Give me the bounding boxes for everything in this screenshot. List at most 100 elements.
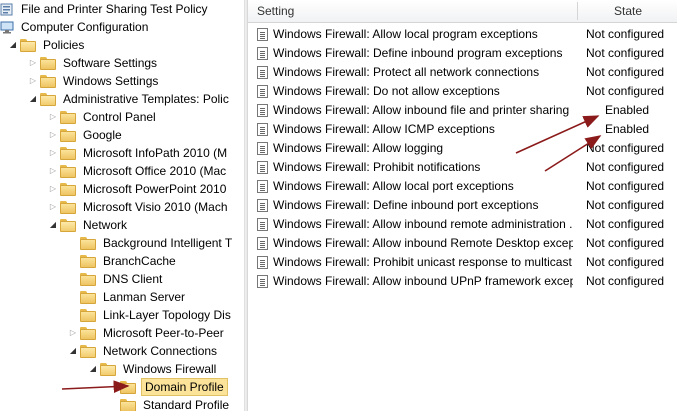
collapsed-arrow-icon[interactable]: ▷ bbox=[28, 72, 38, 90]
column-header-setting[interactable]: Setting bbox=[257, 0, 294, 22]
folder-icon bbox=[120, 380, 136, 394]
table-row[interactable]: Windows Firewall: Allow inbound file and… bbox=[248, 101, 677, 120]
policy-setting-icon bbox=[257, 199, 268, 212]
setting-state: Not configured bbox=[586, 274, 665, 288]
tree-node[interactable]: ◢ Network Connections bbox=[68, 342, 219, 360]
tree-node[interactable]: ▷ Control Panel bbox=[48, 108, 158, 126]
table-row[interactable]: Windows Firewall: Define inbound program… bbox=[248, 44, 677, 63]
collapsed-arrow-icon[interactable]: ▷ bbox=[48, 126, 58, 144]
tree-node[interactable]: Lanman Server bbox=[68, 288, 187, 306]
setting-state: Not configured bbox=[586, 236, 665, 250]
setting-state: Not configured bbox=[586, 65, 665, 79]
folder-icon bbox=[80, 290, 96, 304]
column-divider[interactable] bbox=[577, 2, 578, 20]
list-header: Setting State bbox=[248, 0, 677, 23]
setting-name: Windows Firewall: Allow local program ex… bbox=[273, 27, 538, 41]
setting-name: Windows Firewall: Prohibit notifications bbox=[273, 160, 481, 174]
setting-state: Not configured bbox=[586, 141, 665, 155]
expanded-arrow-icon[interactable]: ◢ bbox=[48, 216, 58, 234]
collapsed-arrow-icon[interactable]: ▷ bbox=[48, 144, 58, 162]
tree-node[interactable]: ◢ Policies bbox=[8, 36, 86, 54]
table-row[interactable]: Windows Firewall: Allow ICMP exceptions E… bbox=[248, 120, 677, 139]
table-row[interactable]: Windows Firewall: Protect all network co… bbox=[248, 63, 677, 82]
tree-node[interactable]: Standard Profile bbox=[108, 396, 231, 411]
setting-state: Enabled bbox=[605, 103, 650, 117]
tree-node-label: Microsoft Visio 2010 (Mach bbox=[83, 200, 228, 214]
setting-state: Not configured bbox=[586, 198, 665, 212]
expanded-arrow-icon[interactable]: ◢ bbox=[68, 342, 78, 360]
collapsed-arrow-icon[interactable]: ▷ bbox=[68, 324, 78, 342]
setting-name: Windows Firewall: Define inbound program… bbox=[273, 46, 563, 60]
tree-node-label: Network Connections bbox=[103, 344, 218, 358]
navigation-tree: File and Printer Sharing Test Policy Comp… bbox=[0, 0, 244, 411]
tree-node[interactable]: ▷ Windows Settings bbox=[28, 72, 160, 90]
tree-node[interactable]: ▷ Microsoft Office 2010 (Mac bbox=[48, 162, 228, 180]
setting-state: Not configured bbox=[586, 84, 665, 98]
setting-state: Not configured bbox=[586, 179, 665, 193]
setting-name: Windows Firewall: Do not allow exception… bbox=[273, 84, 500, 98]
tree-node[interactable]: BranchCache bbox=[68, 252, 178, 270]
tree-node[interactable]: ▷ Google bbox=[48, 126, 124, 144]
folder-icon bbox=[80, 254, 96, 268]
tree-node[interactable]: File and Printer Sharing Test Policy bbox=[0, 0, 210, 18]
tree-node[interactable]: Computer Configuration bbox=[0, 18, 150, 36]
policy-setting-icon bbox=[257, 256, 268, 269]
setting-state: Not configured bbox=[586, 46, 665, 60]
collapsed-arrow-icon[interactable]: ▷ bbox=[28, 54, 38, 72]
setting-state: Not configured bbox=[586, 255, 665, 269]
tree-node-label: Policies bbox=[43, 38, 85, 52]
folder-icon bbox=[100, 362, 116, 376]
policy-setting-icon bbox=[257, 218, 268, 231]
table-row[interactable]: Windows Firewall: Allow inbound UPnP fra… bbox=[248, 272, 677, 291]
setting-name: Windows Firewall: Allow ICMP exceptions bbox=[273, 122, 495, 136]
tree-node[interactable]: ▷ Software Settings bbox=[28, 54, 159, 72]
collapsed-arrow-icon[interactable]: ▷ bbox=[48, 108, 58, 126]
table-row[interactable]: Windows Firewall: Allow local port excep… bbox=[248, 177, 677, 196]
tree-node[interactable]: DNS Client bbox=[68, 270, 164, 288]
table-row[interactable]: Windows Firewall: Do not allow exception… bbox=[248, 82, 677, 101]
collapsed-arrow-icon[interactable]: ▷ bbox=[48, 198, 58, 216]
column-header-state[interactable]: State bbox=[614, 0, 642, 22]
tree-node[interactable]: Domain Profile bbox=[108, 378, 228, 396]
table-row[interactable]: Windows Firewall: Allow logging Not confi… bbox=[248, 139, 677, 158]
table-row[interactable]: Windows Firewall: Allow inbound remote a… bbox=[248, 215, 677, 234]
collapsed-arrow-icon[interactable]: ▷ bbox=[48, 180, 58, 198]
tree-node[interactable]: ▷ Microsoft Visio 2010 (Mach bbox=[48, 198, 230, 216]
tree-node[interactable]: ◢ Network bbox=[48, 216, 129, 234]
table-row[interactable]: Windows Firewall: Prohibit notifications… bbox=[248, 158, 677, 177]
policy-setting-icon bbox=[257, 28, 268, 41]
policy-setting-icon bbox=[257, 47, 268, 60]
table-row[interactable]: Windows Firewall: Define inbound port ex… bbox=[248, 196, 677, 215]
policy-setting-icon bbox=[257, 161, 268, 174]
tree-node-label: Domain Profile bbox=[141, 378, 228, 396]
tree-node-label: Microsoft Peer-to-Peer bbox=[103, 326, 224, 340]
tree-node[interactable]: Background Intelligent T bbox=[68, 234, 234, 252]
tree-node-label: Windows Settings bbox=[63, 74, 159, 88]
policy-setting-icon bbox=[257, 104, 268, 117]
setting-name: Windows Firewall: Allow inbound Remote D… bbox=[273, 236, 573, 250]
table-row[interactable]: Windows Firewall: Prohibit unicast respo… bbox=[248, 253, 677, 272]
collapsed-arrow-icon[interactable]: ▷ bbox=[48, 162, 58, 180]
computer-icon bbox=[0, 21, 14, 34]
expanded-arrow-icon[interactable]: ◢ bbox=[88, 360, 98, 378]
tree-node[interactable]: ◢ Windows Firewall bbox=[88, 360, 218, 378]
table-row[interactable]: Windows Firewall: Allow inbound Remote D… bbox=[248, 234, 677, 253]
folder-icon bbox=[60, 164, 76, 178]
setting-name: Windows Firewall: Protect all network co… bbox=[273, 65, 540, 79]
expanded-arrow-icon[interactable]: ◢ bbox=[28, 90, 38, 108]
tree-node-label: Software Settings bbox=[63, 56, 158, 70]
tree-node-label: Lanman Server bbox=[103, 290, 186, 304]
tree-node[interactable]: ▷ Microsoft InfoPath 2010 (M bbox=[48, 144, 229, 162]
expanded-arrow-icon[interactable]: ◢ bbox=[8, 36, 18, 54]
tree-node[interactable]: ▷ Microsoft Peer-to-Peer bbox=[68, 324, 226, 342]
policy-setting-icon bbox=[257, 275, 268, 288]
tree-node[interactable]: Link-Layer Topology Dis bbox=[68, 306, 233, 324]
tree-node[interactable]: ▷ Microsoft PowerPoint 2010 bbox=[48, 180, 228, 198]
tree-node[interactable]: ◢ Administrative Templates: Polic bbox=[28, 90, 231, 108]
setting-name: Windows Firewall: Prohibit unicast respo… bbox=[273, 255, 573, 269]
policy-setting-icon bbox=[257, 142, 268, 155]
policy-setting-icon bbox=[257, 85, 268, 98]
table-row[interactable]: Windows Firewall: Allow local program ex… bbox=[248, 25, 677, 44]
